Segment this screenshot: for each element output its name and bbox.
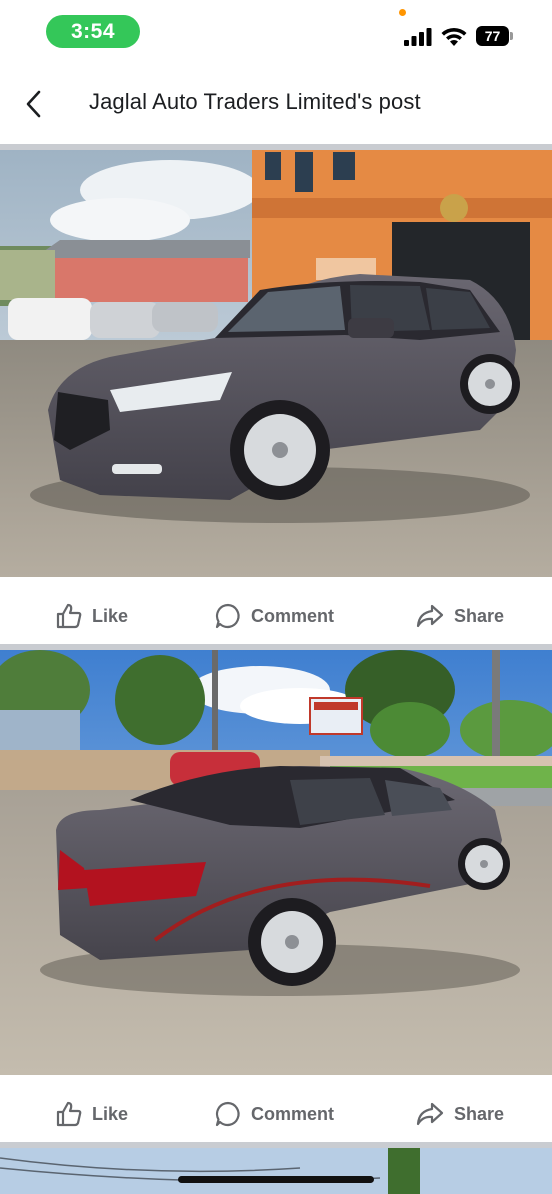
post-header: Jaglal Auto Traders Limited's post [0, 72, 552, 136]
status-bar: 3:54 77 [0, 0, 552, 64]
status-time: 3:54 [46, 15, 140, 48]
share-arrow-icon [416, 604, 444, 628]
comment-bubble-icon [215, 603, 240, 629]
comment-bubble-icon [215, 1101, 240, 1127]
battery-icon: 77 [476, 26, 514, 46]
chevron-left-icon [26, 90, 41, 118]
battery-cap [510, 32, 513, 40]
like-label: Like [92, 605, 129, 626]
back-button[interactable] [18, 86, 48, 122]
post-photo-3[interactable] [0, 1148, 552, 1194]
post-actions-1: Like Comment Share [0, 584, 552, 648]
cellular-signal-icon [404, 28, 432, 46]
page-title: Jaglal Auto Traders Limited's post [89, 89, 421, 114]
post-actions-2: Like Comment Share [0, 1082, 552, 1146]
post-photo-1[interactable] [0, 150, 552, 577]
share-label: Share [454, 605, 505, 626]
car-photo-front-quarter [0, 150, 552, 577]
share-arrow-icon [416, 1102, 444, 1126]
share-button[interactable]: Share [415, 1082, 504, 1146]
home-indicator[interactable] [178, 1176, 374, 1183]
wifi-icon [441, 27, 467, 46]
post-photo-2[interactable] [0, 650, 552, 1075]
battery-level: 77 [476, 26, 509, 46]
share-button[interactable]: Share [415, 584, 504, 648]
car-photo-rear-quarter [0, 650, 552, 1075]
photo-preview-partial [0, 1148, 552, 1194]
thumbs-up-icon [56, 603, 82, 629]
share-label: Share [454, 1103, 505, 1124]
like-button[interactable]: Like [55, 1082, 128, 1146]
comment-label: Comment [251, 1103, 335, 1124]
like-label: Like [92, 1103, 129, 1124]
comment-button[interactable]: Comment [214, 584, 334, 648]
comment-label: Comment [251, 605, 335, 626]
privacy-indicator-dot [399, 9, 406, 16]
thumbs-up-icon [56, 1101, 82, 1127]
like-button[interactable]: Like [55, 584, 128, 648]
comment-button[interactable]: Comment [214, 1082, 334, 1146]
